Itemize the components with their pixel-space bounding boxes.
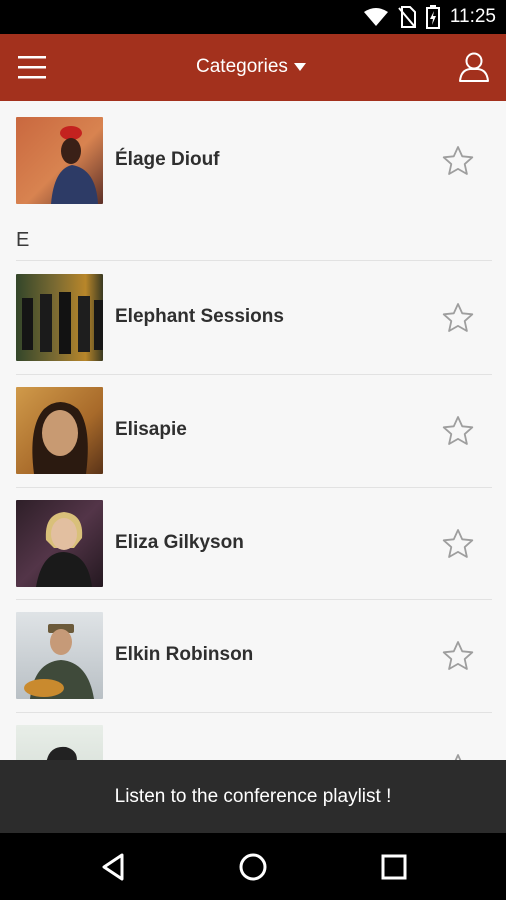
- status-bar: 11:25: [0, 0, 506, 34]
- artist-name: Elkin Robinson: [115, 644, 254, 665]
- favorite-star-icon[interactable]: [442, 415, 474, 447]
- user-profile-icon[interactable]: [458, 51, 490, 83]
- playlist-banner[interactable]: Listen to the conference playlist !: [0, 760, 506, 833]
- artist-photo: [16, 117, 103, 204]
- divider: [16, 487, 492, 488]
- artist-name: Elisapie: [115, 419, 187, 440]
- status-time: 11:25: [449, 6, 496, 27]
- favorite-star-icon[interactable]: [442, 753, 474, 760]
- favorite-star-icon[interactable]: [442, 145, 474, 177]
- status-icons: 11:25: [363, 0, 496, 34]
- artist-name: Elephant Sessions: [115, 306, 284, 327]
- home-icon[interactable]: [237, 851, 269, 883]
- divider: [16, 374, 492, 375]
- artist-photo: [16, 500, 103, 587]
- list-item[interactable]: Elephant Sessions: [16, 274, 492, 361]
- divider: [16, 260, 492, 261]
- app-bar: Categories: [0, 34, 506, 101]
- favorite-star-icon[interactable]: [442, 528, 474, 560]
- section-header-letter: E: [16, 229, 30, 251]
- system-nav-bar: [0, 833, 506, 900]
- back-icon[interactable]: [98, 851, 130, 883]
- artist-name: Eliza Gilkyson: [115, 532, 244, 553]
- divider: [16, 599, 492, 600]
- artist-name: Élage Diouf: [115, 149, 220, 170]
- battery-charging-icon: [425, 5, 440, 29]
- hamburger-menu-icon[interactable]: [18, 54, 46, 80]
- artist-photo: [16, 725, 103, 760]
- recents-icon[interactable]: [378, 851, 410, 883]
- no-sim-icon: [398, 6, 416, 28]
- artist-photo: [16, 387, 103, 474]
- list-item[interactable]: Elisapie: [16, 387, 492, 474]
- list-item[interactable]: Elkin Robinson: [16, 612, 492, 699]
- artist-photo: [16, 274, 103, 361]
- favorite-star-icon[interactable]: [442, 640, 474, 672]
- artist-photo: [16, 612, 103, 699]
- favorite-star-icon[interactable]: [442, 302, 474, 334]
- categories-dropdown[interactable]: Categories: [196, 56, 306, 78]
- list-item[interactable]: Élage Diouf: [16, 117, 492, 204]
- playlist-banner-text: Listen to the conference playlist !: [114, 785, 392, 807]
- list-item[interactable]: Eliza Gilkyson: [16, 500, 492, 587]
- caret-down-icon: [293, 63, 306, 71]
- divider: [16, 712, 492, 713]
- list-item[interactable]: [16, 725, 492, 760]
- categories-label: Categories: [196, 56, 288, 77]
- wifi-icon: [363, 8, 388, 26]
- artist-list: Élage Diouf E Elephant Sessions Elisapie…: [0, 101, 506, 760]
